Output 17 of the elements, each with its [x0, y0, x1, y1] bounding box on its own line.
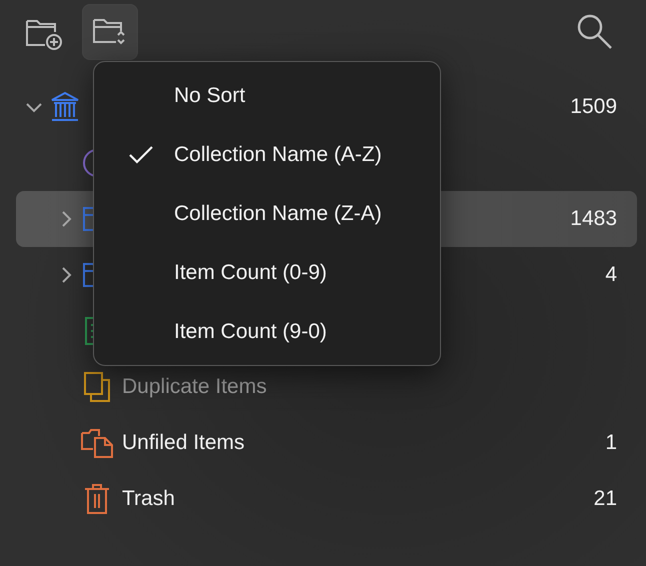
- menu-item[interactable]: No Sort: [94, 66, 440, 125]
- menu-item[interactable]: Item Count (9-0): [94, 302, 440, 361]
- menu-item[interactable]: Collection Name (A-Z): [94, 125, 440, 184]
- item-count: 1509: [570, 95, 617, 119]
- duplicate-icon: [83, 371, 111, 403]
- tree-item-label[interactable]: Trash: [122, 487, 175, 511]
- item-count: 1483: [570, 207, 617, 231]
- item-count: 21: [594, 487, 617, 511]
- menu-item[interactable]: Collection Name (Z-A): [94, 184, 440, 243]
- menu-item[interactable]: Item Count (0-9): [94, 243, 440, 302]
- item-count: 1: [605, 431, 617, 455]
- sort-button[interactable]: [82, 4, 138, 60]
- trash-icon: [83, 483, 111, 515]
- library-icon: [50, 91, 80, 123]
- tree-item-label[interactable]: Unfiled Items: [122, 431, 245, 455]
- item-count: 4: [605, 263, 617, 287]
- unfiled-icon: [80, 427, 114, 459]
